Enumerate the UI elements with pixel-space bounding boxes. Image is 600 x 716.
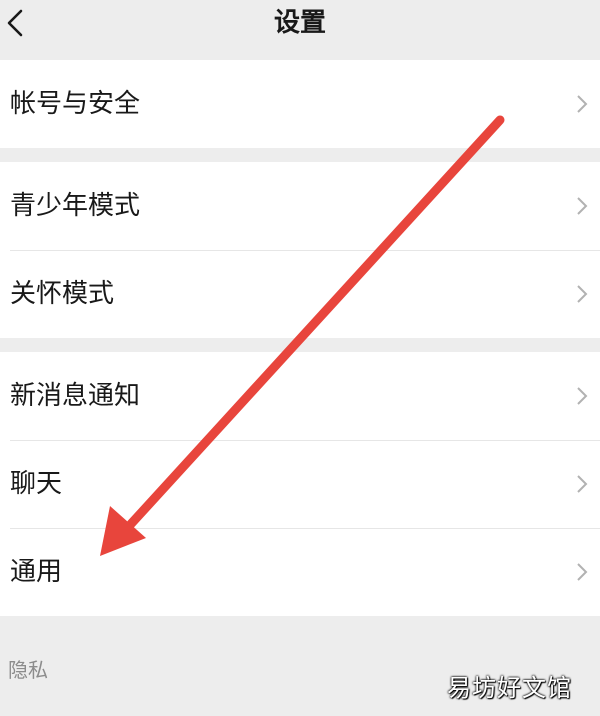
settings-item-label: 帐号与安全 bbox=[10, 89, 141, 119]
nav-bar: 设置 bbox=[0, 0, 600, 60]
settings-item-label: 关怀模式 bbox=[10, 279, 115, 309]
section-label-privacy: 隐私 bbox=[8, 658, 48, 682]
settings-group-account: 帐号与安全 bbox=[0, 60, 600, 148]
settings-item-label: 聊天 bbox=[10, 469, 63, 499]
chevron-right-icon bbox=[577, 475, 588, 493]
chevron-right-icon bbox=[577, 197, 588, 215]
settings-item-teen-mode[interactable]: 青少年模式 bbox=[0, 162, 600, 250]
settings-item-label: 青少年模式 bbox=[10, 191, 141, 221]
settings-item-care-mode[interactable]: 关怀模式 bbox=[0, 250, 600, 338]
settings-item-new-message-notify[interactable]: 新消息通知 bbox=[0, 352, 600, 440]
settings-item-general[interactable]: 通用 bbox=[0, 528, 600, 616]
chevron-right-icon bbox=[577, 285, 588, 303]
settings-item-account-security[interactable]: 帐号与安全 bbox=[0, 60, 600, 148]
settings-item-label: 新消息通知 bbox=[10, 381, 141, 411]
settings-item-chat[interactable]: 聊天 bbox=[0, 440, 600, 528]
watermark-text: 易坊好文馆 bbox=[447, 674, 572, 702]
settings-group-general: 新消息通知 聊天 通用 bbox=[0, 352, 600, 616]
chevron-right-icon bbox=[577, 563, 588, 581]
page-title: 设置 bbox=[273, 8, 326, 38]
settings-item-label: 通用 bbox=[10, 557, 63, 587]
settings-group-modes: 青少年模式 关怀模式 bbox=[0, 162, 600, 338]
chevron-right-icon bbox=[577, 95, 588, 113]
chevron-right-icon bbox=[577, 387, 588, 405]
